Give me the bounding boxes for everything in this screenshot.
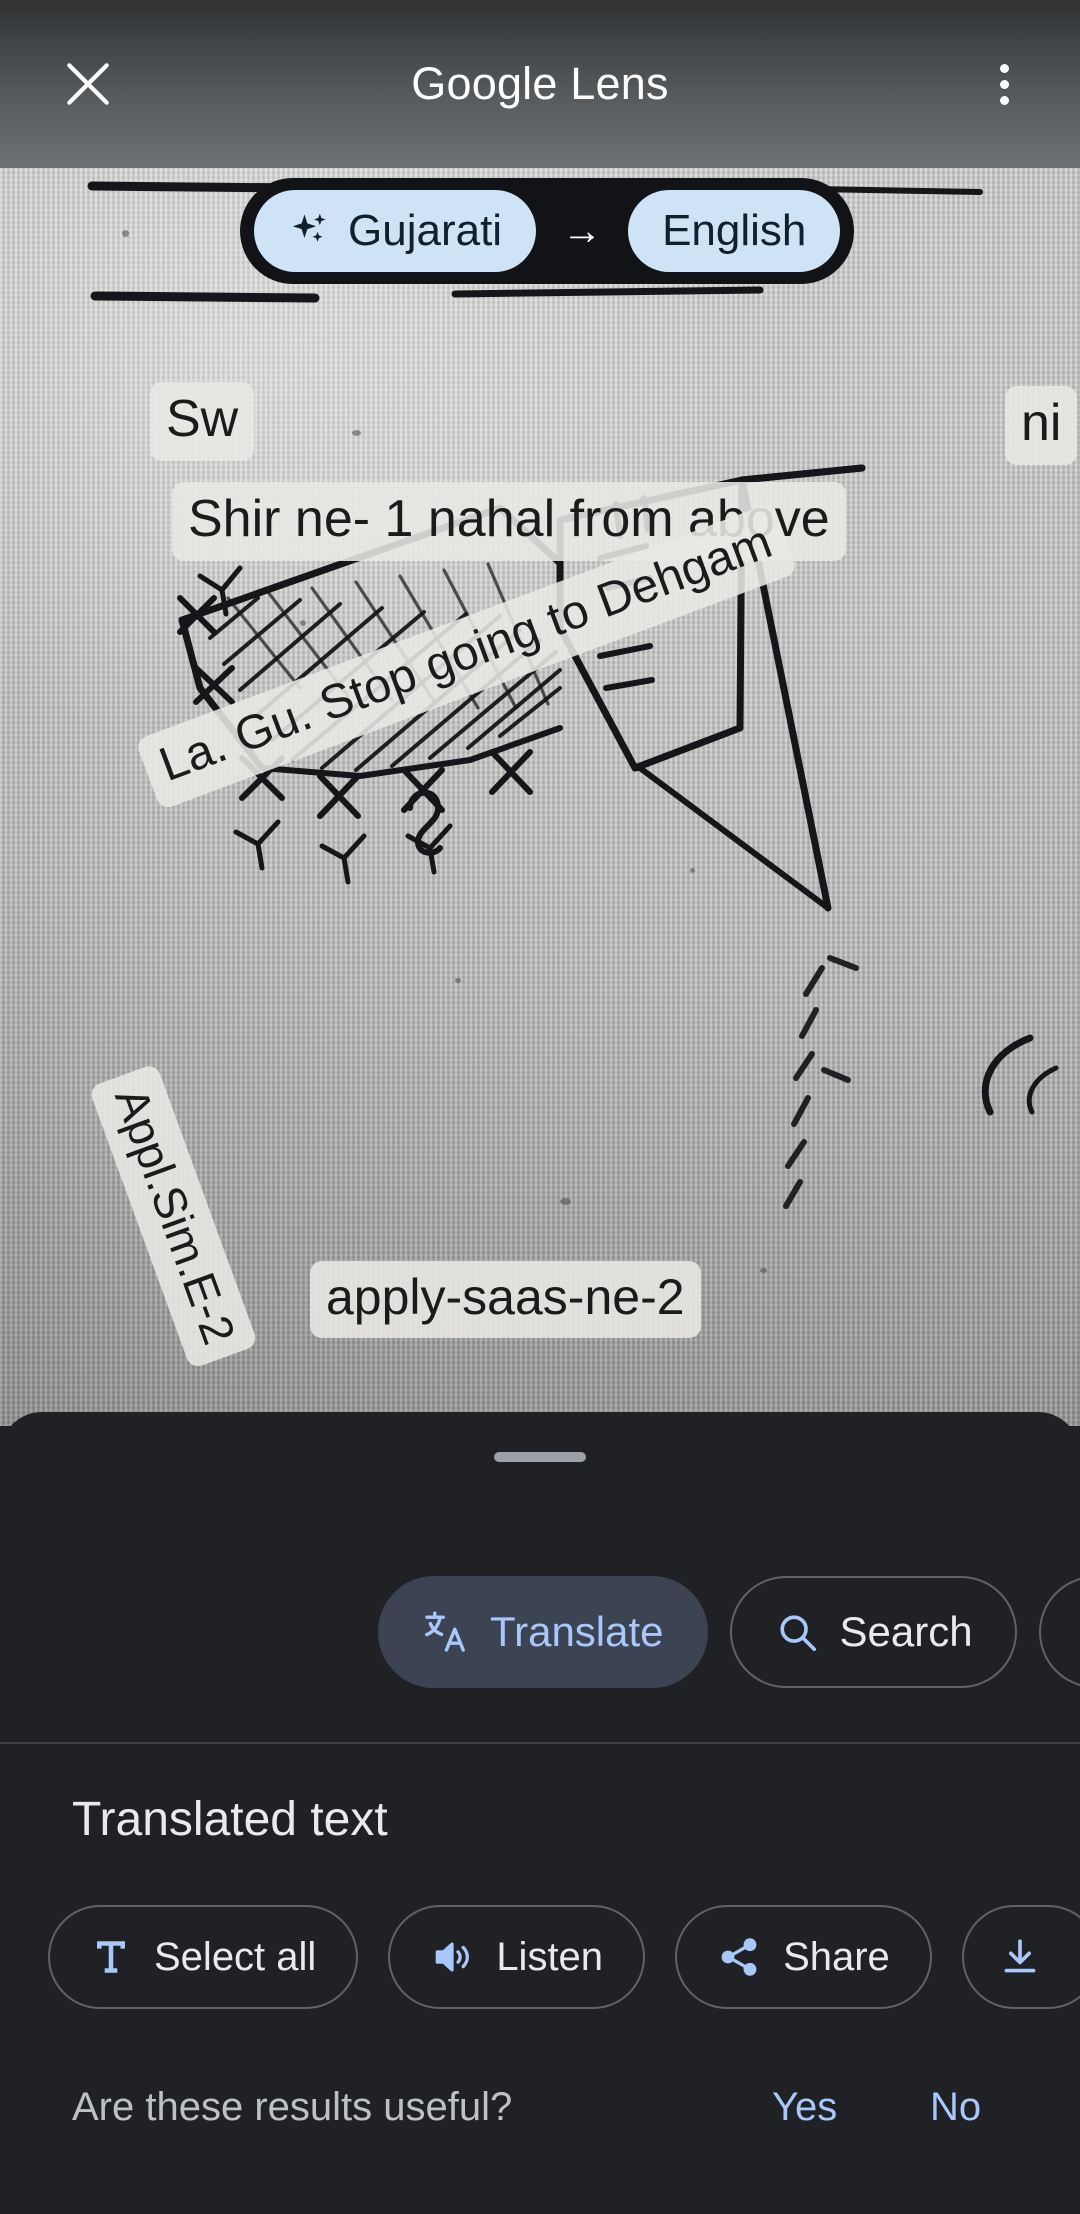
- language-selector-bar: Gujarati → English: [240, 178, 855, 284]
- language-direction-arrow: →: [562, 209, 603, 253]
- mode-chip-row[interactable]: Translate Search: [0, 1552, 1080, 1712]
- target-language-pill[interactable]: English: [628, 190, 841, 272]
- feedback-row: Are these results useful? Yes No: [0, 2062, 1080, 2152]
- sheet-drag-handle[interactable]: [494, 1452, 586, 1462]
- sheet-divider: [0, 1742, 1080, 1744]
- feedback-no-button[interactable]: No: [930, 2085, 981, 2130]
- results-bottom-sheet: Translate Search Translated text Select …: [0, 1412, 1080, 2214]
- translate-icon: [422, 1608, 470, 1656]
- app-title: Google Lens: [0, 46, 1080, 122]
- share-button[interactable]: Share: [675, 1905, 932, 2009]
- select-all-button[interactable]: Select all: [48, 1905, 359, 2009]
- select-all-label: Select all: [154, 1934, 317, 1979]
- source-language-label: Gujarati: [348, 206, 503, 255]
- feedback-question: Are these results useful?: [72, 2084, 513, 2129]
- more-vert-icon-dot3: [999, 95, 1009, 105]
- overflow-menu-button[interactable]: [972, 50, 1036, 118]
- overlay-text-ni[interactable]: ni: [1005, 386, 1078, 466]
- feedback-yes-button[interactable]: Yes: [772, 2085, 837, 2130]
- app-title-brand: Google: [411, 58, 558, 109]
- search-icon: [774, 1609, 820, 1655]
- more-vert-icon: [999, 63, 1009, 73]
- more-vert-icon-dot2: [999, 79, 1009, 89]
- share-icon: [717, 1935, 761, 1979]
- top-app-bar: Google Lens: [0, 0, 1080, 168]
- mode-chip-translate[interactable]: Translate: [378, 1576, 708, 1688]
- camera-photo-viewport[interactable]: Sw ni Shir ne- 1 nahal from above La. Gu…: [0, 168, 1080, 1426]
- share-label: Share: [783, 1934, 890, 1979]
- source-language-pill[interactable]: Gujarati: [254, 190, 537, 272]
- google-lens-screen: Sw ni Shir ne- 1 nahal from above La. Gu…: [0, 0, 1080, 2214]
- auto-detect-sparkle-icon: [292, 213, 326, 242]
- mode-chip-search[interactable]: Search: [729, 1576, 1017, 1688]
- mode-chip-homework[interactable]: [1038, 1576, 1080, 1688]
- sheet-title: Translated text: [72, 1793, 388, 1846]
- action-chip-row[interactable]: Select all Listen Share: [0, 1892, 1080, 2022]
- app-title-product: Lens: [557, 58, 669, 109]
- mode-chip-search-label: Search: [839, 1608, 973, 1655]
- download-button[interactable]: [961, 1905, 1080, 2009]
- overlay-text-apply[interactable]: apply-saas-ne-2: [310, 1261, 701, 1338]
- select-text-icon: [90, 1936, 132, 1978]
- overlay-text-sw[interactable]: Sw: [150, 382, 255, 462]
- listen-button[interactable]: Listen: [388, 1905, 646, 2009]
- listen-label: Listen: [496, 1934, 604, 1979]
- download-icon: [998, 1935, 1042, 1979]
- volume-up-icon: [430, 1935, 474, 1979]
- mode-chip-translate-label: Translate: [490, 1608, 664, 1655]
- target-language-label: English: [662, 206, 807, 255]
